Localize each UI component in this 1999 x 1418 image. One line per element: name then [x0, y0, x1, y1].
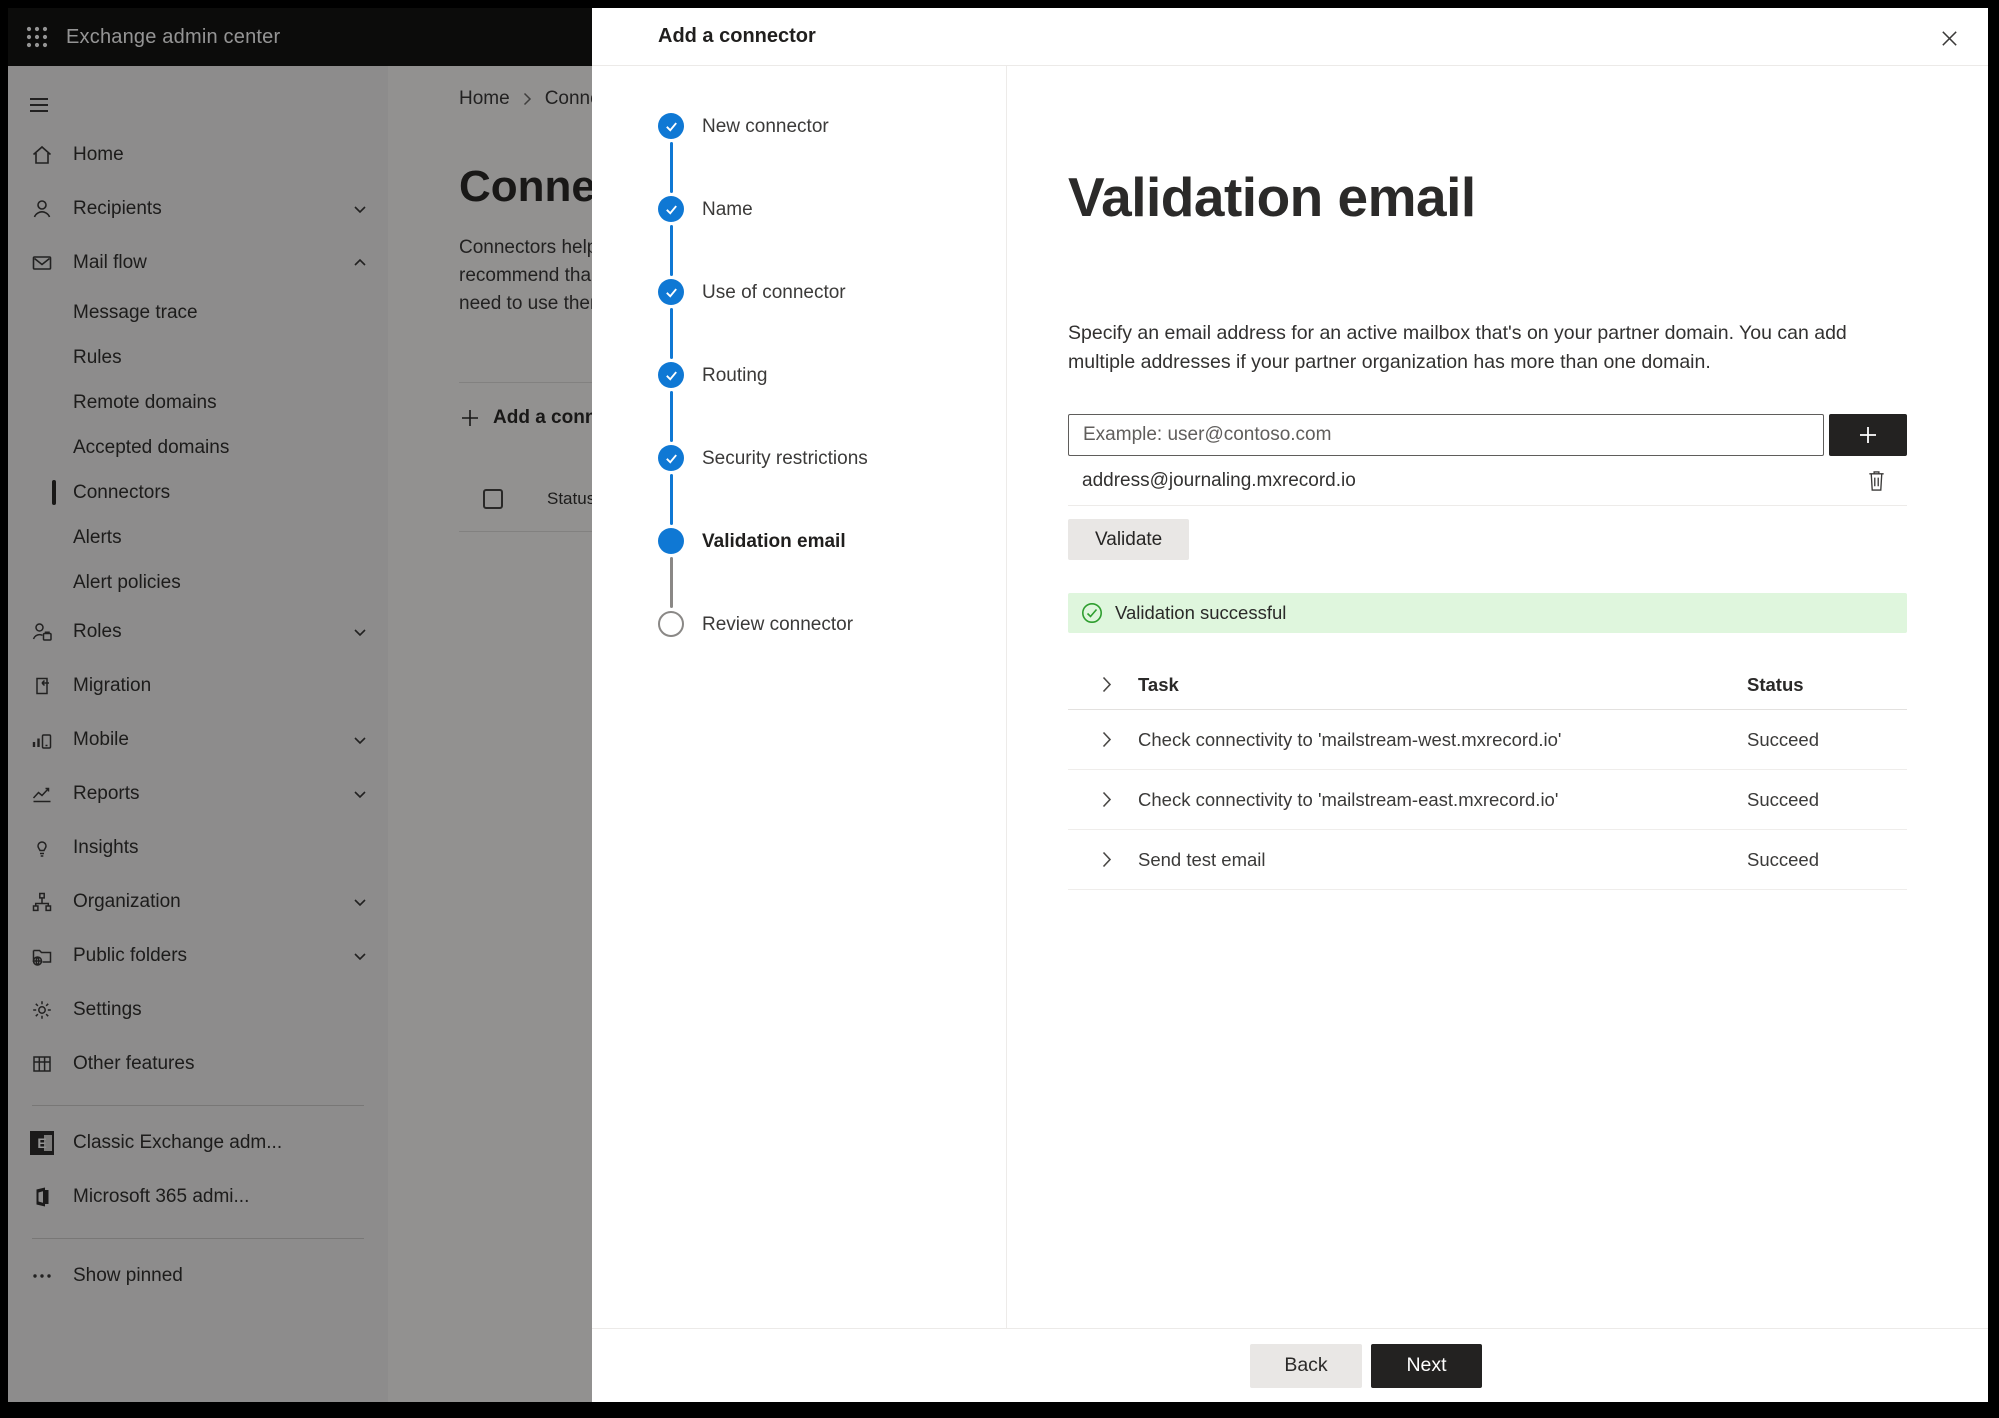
- step-upcoming-icon: [658, 611, 684, 637]
- step-label: Validation email: [702, 531, 846, 552]
- step-review-connector[interactable]: Review connector: [658, 596, 1006, 679]
- wizard-steps: New connector Name Use of connector Rout…: [592, 66, 1007, 1328]
- expand-row-chevron-icon[interactable]: [1068, 731, 1138, 748]
- step-completed-icon: [658, 362, 684, 388]
- step-active-icon: [658, 528, 684, 554]
- step-label: New connector: [702, 116, 829, 137]
- step-label: Security restrictions: [702, 448, 868, 469]
- add-connector-panel: Add a connector New connector Name Use o…: [592, 8, 1988, 1402]
- table-row: Check connectivity to 'mailstream-east.m…: [1068, 770, 1907, 830]
- validation-email-step: Validation email Specify an email addres…: [1007, 66, 1988, 1328]
- step-name[interactable]: Name: [658, 181, 1006, 276]
- table-row: Send test email Succeed: [1068, 830, 1907, 890]
- status-cell: Succeed: [1747, 788, 1819, 810]
- step-new-connector[interactable]: New connector: [658, 98, 1006, 193]
- close-icon[interactable]: [1934, 23, 1964, 53]
- step-label: Name: [702, 199, 753, 220]
- plus-icon: [1856, 423, 1880, 447]
- step-validation-email[interactable]: Validation email: [658, 513, 1006, 608]
- panel-footer: Back Next: [592, 1328, 1988, 1402]
- add-email-button[interactable]: [1829, 414, 1907, 456]
- success-check-icon: [1081, 602, 1103, 624]
- app-window: Exchange admin center Home Recipients Ma…: [8, 8, 1988, 1402]
- added-address-row: address@journaling.mxrecord.io: [1068, 456, 1907, 505]
- email-address-input[interactable]: [1068, 414, 1824, 456]
- validation-success-banner: Validation successful: [1068, 593, 1907, 633]
- success-message: Validation successful: [1115, 602, 1287, 623]
- expand-all-chevron-icon[interactable]: [1068, 676, 1138, 693]
- step-description-line: Specify an email address for an active m…: [1068, 322, 1847, 344]
- step-description-line: multiple addresses if your partner organ…: [1068, 351, 1711, 373]
- panel-header: Add a connector: [592, 8, 1988, 66]
- step-completed-icon: [658, 113, 684, 139]
- expand-row-chevron-icon[interactable]: [1068, 791, 1138, 808]
- table-row: Check connectivity to 'mailstream-west.m…: [1068, 710, 1907, 770]
- step-completed-icon: [658, 279, 684, 305]
- status-column-header: Status: [1747, 673, 1804, 695]
- next-button[interactable]: Next: [1371, 1343, 1482, 1388]
- divider: [1068, 505, 1907, 506]
- step-description: Specify an email address for an active m…: [1068, 319, 1907, 377]
- back-button[interactable]: Back: [1250, 1343, 1362, 1388]
- step-routing[interactable]: Routing: [658, 347, 1006, 442]
- validation-tasks-table: Task Status Check connectivity to 'mails…: [1068, 660, 1907, 890]
- step-label: Review connector: [702, 614, 854, 635]
- step-heading: Validation email: [1068, 166, 1476, 228]
- expand-row-chevron-icon[interactable]: [1068, 851, 1138, 868]
- step-use-of-connector[interactable]: Use of connector: [658, 264, 1006, 359]
- task-cell: Check connectivity to 'mailstream-west.m…: [1138, 728, 1562, 750]
- status-cell: Succeed: [1747, 728, 1819, 750]
- step-label: Routing: [702, 365, 768, 386]
- table-header-row: Task Status: [1068, 660, 1907, 710]
- step-security-restrictions[interactable]: Security restrictions: [658, 430, 1006, 525]
- validate-button[interactable]: Validate: [1068, 519, 1190, 560]
- delete-address-icon[interactable]: [1866, 468, 1887, 493]
- step-completed-icon: [658, 445, 684, 471]
- task-column-header: Task: [1138, 673, 1179, 695]
- status-cell: Succeed: [1747, 848, 1819, 870]
- task-cell: Check connectivity to 'mailstream-east.m…: [1138, 788, 1559, 810]
- added-address-text: address@journaling.mxrecord.io: [1082, 469, 1356, 491]
- step-completed-icon: [658, 196, 684, 222]
- task-cell: Send test email: [1138, 848, 1266, 870]
- panel-title: Add a connector: [658, 25, 816, 47]
- step-label: Use of connector: [702, 282, 846, 303]
